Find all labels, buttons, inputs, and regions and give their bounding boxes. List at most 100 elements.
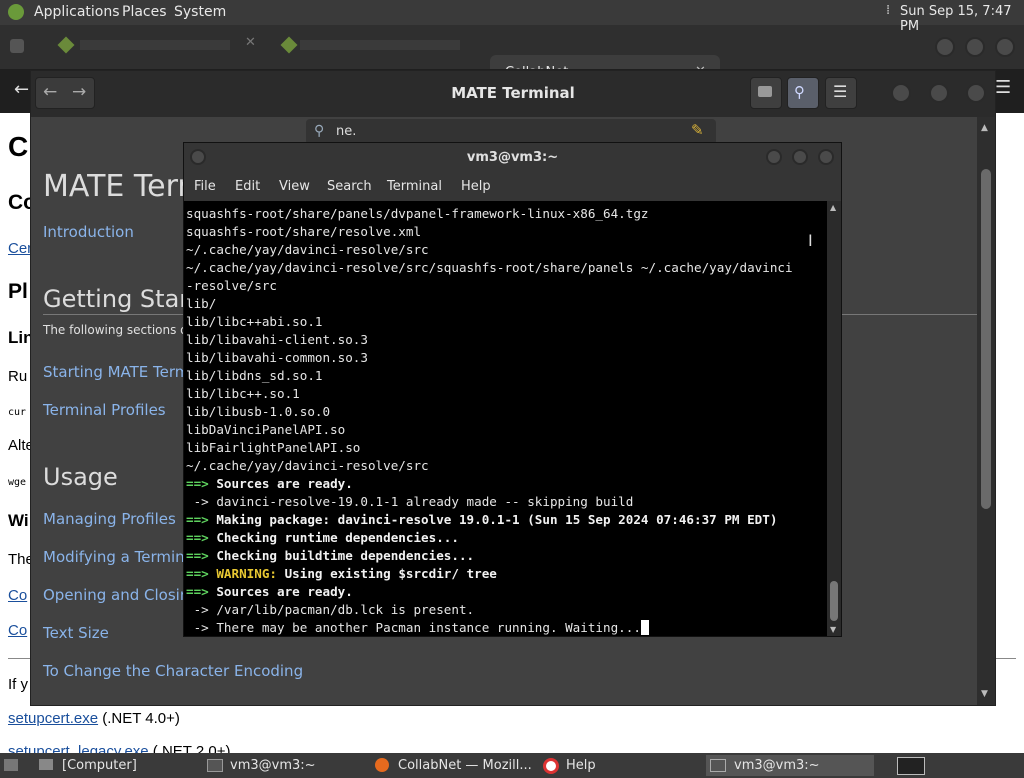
menu-view[interactable]: View [279, 179, 310, 194]
taskbar-item-help[interactable]: Help [540, 755, 700, 776]
show-desktop-icon[interactable] [4, 759, 18, 771]
link-opening[interactable]: Opening and Closing [43, 586, 199, 604]
page-link[interactable]: Co [8, 587, 27, 604]
search-input[interactable]: ne. [336, 124, 356, 139]
close-icon[interactable] [818, 149, 834, 165]
workspace-switcher[interactable] [897, 757, 925, 775]
menu-button[interactable]: ☰ [825, 77, 857, 109]
terminal-line: lib/libc++abi.so.1 [186, 313, 793, 331]
search-icon: ⚲ [794, 83, 805, 101]
maximize-icon[interactable] [965, 37, 985, 57]
link-profiles[interactable]: Terminal Profiles [43, 401, 166, 419]
terminal-line: lib/libdns_sd.so.1 [186, 367, 793, 385]
close-icon[interactable] [966, 83, 986, 103]
link-encoding[interactable]: To Change the Character Encoding [43, 662, 303, 680]
tab-favicon-icon [57, 36, 75, 54]
bookmark-button[interactable] [750, 77, 782, 109]
menu-search[interactable]: Search [327, 179, 372, 194]
close-icon[interactable] [995, 37, 1015, 57]
terminal-line: libDaVinciPanelAPI.so [186, 421, 793, 439]
link-text-size[interactable]: Text Size [43, 624, 109, 642]
terminal-scrollbar[interactable]: ▲ ▼ [827, 201, 841, 636]
close-icon[interactable]: ✕ [245, 35, 256, 50]
terminal-line: lib/libc++.so.1 [186, 385, 793, 403]
bookmark-icon [758, 86, 772, 97]
scroll-up-icon[interactable]: ▲ [981, 123, 988, 133]
page-code: wge [8, 477, 27, 488]
terminal-window: vm3@vm3:~ File Edit View Search Terminal… [183, 142, 842, 637]
setupcert-link[interactable]: setupcert.exe [8, 710, 98, 727]
terminal-menubar: File Edit View Search Terminal Help [184, 173, 841, 201]
terminal-icon [207, 759, 223, 772]
menu-places[interactable]: Places [122, 4, 167, 20]
taskbar-item-terminal-active[interactable]: vm3@vm3:~ [706, 755, 874, 776]
page-text: Ru [8, 368, 28, 385]
help-headerbar: ← → MATE Terminal ⚲ ☰ [31, 71, 995, 117]
taskbar-label: Help [566, 758, 596, 773]
terminal-prompt-arrow: ==> [186, 584, 209, 599]
computer-icon [39, 759, 53, 770]
terminal-output[interactable]: squashfs-root/share/panels/dvpanel-frame… [184, 201, 827, 636]
getting-started-text: The following sections de [43, 323, 196, 337]
terminal-line: ~/.cache/yay/davinci-resolve/src/squashf… [186, 259, 793, 277]
scroll-down-icon[interactable]: ▼ [830, 625, 836, 634]
scroll-down-icon[interactable]: ▼ [981, 689, 988, 699]
terminal-prompt-arrow: ==> [186, 548, 209, 563]
menu-applications[interactable]: Applications [34, 4, 120, 20]
menu-system[interactable]: System [174, 4, 226, 20]
scroll-up-icon[interactable]: ▲ [830, 203, 836, 212]
terminal-prompt-arrow: ==> [186, 512, 209, 527]
section-heading: Pl [8, 280, 28, 303]
terminal-line: -> /var/lib/pacman/db.lck is present. [186, 601, 793, 619]
terminal-line: -> There may be another Pacman instance … [186, 619, 793, 636]
terminal-line: -resolve/src [186, 277, 793, 295]
hamburger-menu-icon[interactable]: ☰ [995, 77, 1011, 98]
terminal-line: libFairlightPanelAPI.so [186, 439, 793, 457]
terminal-line: lib/libusb-1.0.so.0 [186, 403, 793, 421]
terminal-line-text: Making package: davinci-resolve 19.0.1-1… [208, 512, 778, 527]
terminal-line: lib/libavahi-client.so.3 [186, 331, 793, 349]
mate-logo-icon[interactable] [8, 4, 24, 20]
page-link[interactable]: Co [8, 622, 27, 639]
link-modifying[interactable]: Modifying a Terminal [43, 548, 198, 566]
terminal-line-text: ~/.cache/yay/davinci-resolve/src [186, 458, 429, 473]
terminal-line-text: lib/libavahi-common.so.3 [186, 350, 368, 365]
search-button[interactable]: ⚲ [787, 77, 819, 109]
browser-tab-bar: ✕ CollabNet ✕ [0, 25, 1024, 91]
clear-icon[interactable]: ✎ [691, 121, 704, 139]
terminal-line: ==> Checking buildtime dependencies... [186, 547, 793, 565]
maximize-icon[interactable] [929, 83, 949, 103]
menu-terminal[interactable]: Terminal [387, 179, 442, 194]
link-managing[interactable]: Managing Profiles [43, 510, 176, 528]
clock[interactable]: Sun Sep 15, 7:47 PM [900, 4, 1024, 34]
taskbar-item-computer[interactable]: [Computer] [36, 755, 196, 776]
terminal-line-text: lib/libc++abi.so.1 [186, 314, 323, 329]
minimize-icon[interactable] [766, 149, 782, 165]
hamburger-menu-icon: ☰ [833, 82, 848, 101]
terminal-icon [710, 759, 726, 772]
taskbar-item-terminal[interactable]: vm3@vm3:~ [204, 755, 364, 776]
tab-favicon-icon [10, 39, 24, 53]
menu-file[interactable]: File [194, 179, 216, 194]
menu-help[interactable]: Help [461, 179, 491, 194]
terminal-line: ~/.cache/yay/davinci-resolve/src [186, 457, 793, 475]
scrollbar-thumb[interactable] [981, 169, 991, 509]
taskbar-label: vm3@vm3:~ [734, 758, 820, 773]
panel-indicator-icon[interactable]: ⁞ [886, 3, 890, 18]
text-cursor-icon: I [808, 231, 813, 250]
terminal-line-text: -> /var/lib/pacman/db.lck is present. [186, 602, 475, 617]
link-introduction[interactable]: Introduction [43, 223, 134, 241]
bottom-taskbar: [Computer] vm3@vm3:~ CollabNet — Mozill.… [0, 753, 1024, 778]
page-heading: C [8, 131, 29, 162]
maximize-icon[interactable] [792, 149, 808, 165]
back-arrow-icon[interactable]: ← [14, 79, 29, 100]
taskbar-item-firefox[interactable]: CollabNet — Mozill... [372, 755, 532, 776]
minimize-icon[interactable] [935, 37, 955, 57]
page-link[interactable]: Cer [8, 240, 32, 257]
minimize-icon[interactable] [891, 83, 911, 103]
help-scrollbar[interactable]: ▲ ▼ [977, 117, 995, 705]
terminal-line-text: Checking runtime dependencies... [208, 530, 459, 545]
scrollbar-thumb[interactable] [830, 581, 838, 621]
menu-edit[interactable]: Edit [235, 179, 260, 194]
terminal-line-text: -> There may be another Pacman instance … [186, 620, 641, 635]
